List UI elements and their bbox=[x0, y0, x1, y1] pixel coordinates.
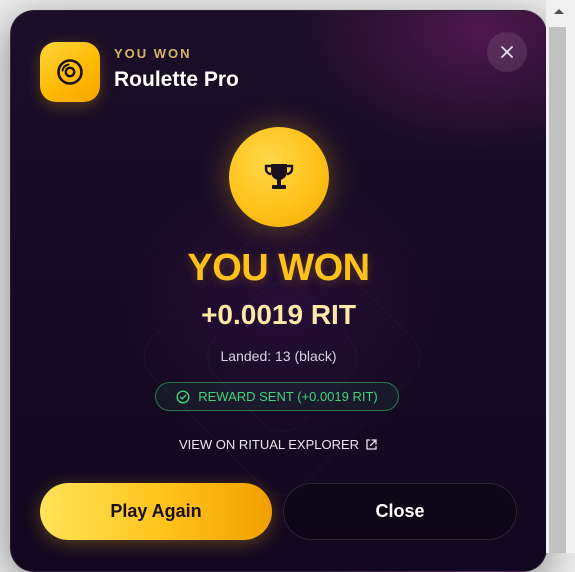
scrollbar-thumb[interactable] bbox=[549, 27, 566, 553]
scroll-up-arrow-icon[interactable] bbox=[554, 8, 564, 15]
external-link-icon bbox=[366, 439, 377, 450]
trophy-icon bbox=[264, 164, 294, 189]
trophy-badge bbox=[229, 127, 329, 227]
check-circle-icon bbox=[176, 389, 190, 404]
result-headline: YOU WON bbox=[187, 247, 370, 289]
close-button[interactable]: Close bbox=[283, 483, 517, 540]
game-title: Roulette Pro bbox=[114, 68, 239, 91]
roulette-disc-icon bbox=[40, 42, 100, 102]
page-scrollbar[interactable] bbox=[546, 0, 575, 553]
explorer-link-label: VIEW ON RITUAL EXPLORER bbox=[178, 437, 360, 452]
win-modal: YOU WON Roulette Pro YOU WON +0.0019 RIT… bbox=[10, 10, 547, 572]
win-amount: +0.0019 RIT bbox=[201, 299, 356, 330]
reward-status-label: REWARD SENT (+0.0019 RIT) bbox=[198, 389, 378, 404]
landed-result: Landed: 13 (black) bbox=[220, 348, 337, 364]
play-again-button[interactable]: Play Again bbox=[40, 483, 272, 540]
header-eyebrow: YOU WON bbox=[114, 46, 192, 61]
close-icon bbox=[501, 46, 513, 58]
reward-status-badge: REWARD SENT (+0.0019 RIT) bbox=[155, 382, 399, 411]
close-icon-button[interactable] bbox=[487, 32, 527, 72]
view-explorer-link[interactable]: VIEW ON RITUAL EXPLORER bbox=[11, 437, 546, 452]
